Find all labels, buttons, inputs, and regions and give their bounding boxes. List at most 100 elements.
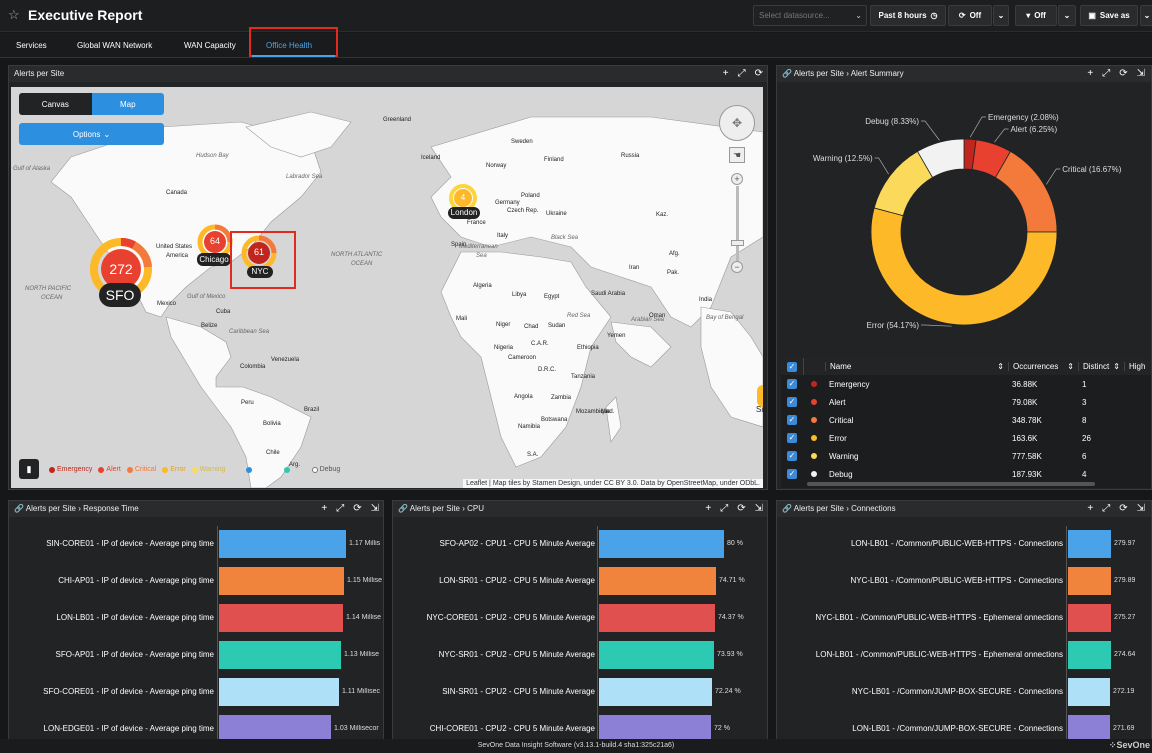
bar[interactable] [599,678,712,706]
site-label-chicago[interactable]: Chicago [197,253,231,266]
save-dropdown[interactable]: ⌄ [1140,5,1152,26]
row-checkbox[interactable]: ✓ [787,451,797,461]
pan-control[interactable]: ✥ [719,105,755,141]
export-icon[interactable]: ⇲ [755,503,763,515]
bar-row[interactable]: SFO-CORE01 - IP of device - Average ping… [9,674,383,711]
legend-item-warning[interactable]: Warning [191,466,226,473]
bar-row[interactable]: NYC-CORE01 - CPU2 - CPU 5 Minute Average… [393,600,767,637]
bar[interactable] [599,567,716,595]
table-row[interactable]: ✓ Debug 187.93K 4 [781,465,1151,483]
row-checkbox[interactable]: ✓ [787,415,797,425]
refresh-icon[interactable]: ⟳ [1119,503,1127,515]
legend-item-emergency[interactable]: Emergency [49,466,92,473]
bar-row[interactable]: NYC-LB01 - /Common/PUBLIC-WEB-HTTPS - Ep… [777,600,1151,637]
add-icon[interactable]: + [321,503,327,515]
bar[interactable] [599,715,711,739]
export-icon[interactable]: ⇲ [371,503,379,515]
row-checkbox[interactable]: ✓ [787,397,797,407]
map-attribution[interactable]: Leaflet | Map tiles by Stamen Design, un… [463,479,763,488]
breadcrumb-parent[interactable]: Alerts per Site [794,69,844,78]
refresh-icon[interactable]: ⟳ [1119,68,1127,80]
hand-icon[interactable]: ☚ [729,147,745,163]
bar-row[interactable]: CHI-CORE01 - CPU2 - CPU 5 Minute Average… [393,711,767,739]
export-icon[interactable]: ⇲ [1137,503,1145,515]
expand-icon[interactable]: ⤢ [1102,68,1110,80]
site-label-sfo[interactable]: SFO [99,283,141,307]
row-checkbox[interactable]: ✓ [787,469,797,479]
canvas-toggle[interactable]: Canvas [19,93,92,115]
bar[interactable] [219,641,341,669]
bar[interactable] [1068,567,1111,595]
bar-row[interactable]: SFO-AP01 - IP of device - Average ping t… [9,637,383,674]
column-header-name[interactable]: Name ⇕ [825,362,1008,371]
zoom-out-icon[interactable]: − [731,261,743,273]
tab-global-wan-network[interactable]: Global WAN Network [77,41,152,50]
zoom-slider-track[interactable] [736,186,739,261]
breadcrumb-parent[interactable]: Alerts per Site [410,504,460,513]
options-button[interactable]: Options ⌄ [19,123,164,145]
add-icon[interactable]: + [1087,68,1093,80]
add-icon[interactable]: + [705,503,711,515]
refresh-button[interactable]: ⟳ Off [948,5,992,26]
bar-row[interactable]: NYC-SR01 - CPU2 - CPU 5 Minute Average 73… [393,637,767,674]
bar-row[interactable]: SIN-CORE01 - IP of device - Average ping… [9,526,383,563]
bar-row[interactable]: NYC-LB01 - /Common/JUMP-BOX-SECURE - Con… [777,674,1151,711]
bar[interactable] [219,715,331,739]
bar-row[interactable]: NYC-LB01 - /Common/PUBLIC-WEB-HTTPS - Co… [777,563,1151,600]
zoom-in-icon[interactable]: + [731,173,743,185]
bar-row[interactable]: LON-LB01 - /Common/PUBLIC-WEB-HTTPS - Ep… [777,637,1151,674]
expand-icon[interactable]: ⤢ [336,503,344,515]
legend-item-alert[interactable]: Alert [98,466,121,473]
save-as-button[interactable]: ▣ Save as [1080,5,1138,26]
site-marker-partial[interactable] [757,385,763,407]
bar-row[interactable]: SIN-SR01 - CPU2 - CPU 5 Minute Average 72… [393,674,767,711]
time-range-button[interactable]: Past 8 hours ◷ [870,5,946,26]
bar-row[interactable]: LON-SR01 - CPU2 - CPU 5 Minute Average 74… [393,563,767,600]
bar[interactable] [599,604,715,632]
bar[interactable] [1068,641,1111,669]
expand-icon[interactable]: ⤢ [1102,503,1110,515]
add-icon[interactable]: + [1087,503,1093,515]
map-toggle[interactable]: Map [91,93,164,115]
export-icon[interactable]: ⇲ [1137,68,1145,80]
legend-item-debug[interactable]: Debug [311,466,340,473]
bar-row[interactable]: LON-LB01 - /Common/PUBLIC-WEB-HTTPS - Co… [777,526,1151,563]
refresh-dropdown[interactable]: ⌄ [993,5,1009,26]
legend-item-error[interactable]: Error [162,466,186,473]
table-row[interactable]: ✓ Error 163.6K 26 [781,429,1151,447]
expand-icon[interactable]: ⤢ [720,503,728,515]
bar[interactable] [219,604,343,632]
bar-row[interactable]: SFO-AP02 - CPU1 - CPU 5 Minute Average 80… [393,526,767,563]
filter-dropdown[interactable]: ⌄ [1058,5,1076,26]
bar[interactable] [599,641,714,669]
bar-row[interactable]: LON-EDGE01 - IP of device - Average ping… [9,711,383,739]
bookmark-icon[interactable]: ▮ [19,459,39,479]
table-row[interactable]: ✓ Critical 348.78K 8 [781,411,1151,429]
column-header-high[interactable]: High [1124,362,1151,371]
star-icon[interactable]: ☆ [8,7,20,23]
select-all-checkbox[interactable]: ✓ [787,361,797,372]
world-map[interactable]: Hudson Bay Labrador Sea Gulf of Alaska C… [11,87,763,488]
tab-office-health[interactable]: Office Health [266,41,312,50]
bar[interactable] [219,567,344,595]
breadcrumb-parent[interactable]: Alerts per Site [26,504,76,513]
tab-wan-capacity[interactable]: WAN Capacity [184,41,236,50]
table-row[interactable]: ✓ Emergency 36.88K 1 [781,375,1151,393]
expand-icon[interactable]: ⤢ [738,68,746,80]
bar[interactable] [599,530,724,558]
datasource-select[interactable]: Select datasource... ⌄ [753,5,867,26]
bar[interactable] [1068,530,1111,558]
bar-row[interactable]: LON-LB01 - /Common/JUMP-BOX-SECURE - Con… [777,711,1151,739]
zoom-slider-handle[interactable] [731,240,744,246]
bar[interactable] [1068,604,1111,632]
table-horizontal-scrollbar[interactable] [807,482,1095,486]
row-checkbox[interactable]: ✓ [787,379,797,389]
donut-slice-critical[interactable] [994,150,1058,233]
table-row[interactable]: ✓ Alert 79.08K 3 [781,393,1151,411]
refresh-icon[interactable]: ⟳ [353,503,361,515]
bar[interactable] [219,678,339,706]
table-row[interactable]: ✓ Warning 777.58K 6 [781,447,1151,465]
filter-button[interactable]: ▾ Off [1015,5,1057,26]
column-header-occurrences[interactable]: Occurrences ⇕ [1008,362,1078,371]
breadcrumb-parent[interactable]: Alerts per Site [794,504,844,513]
